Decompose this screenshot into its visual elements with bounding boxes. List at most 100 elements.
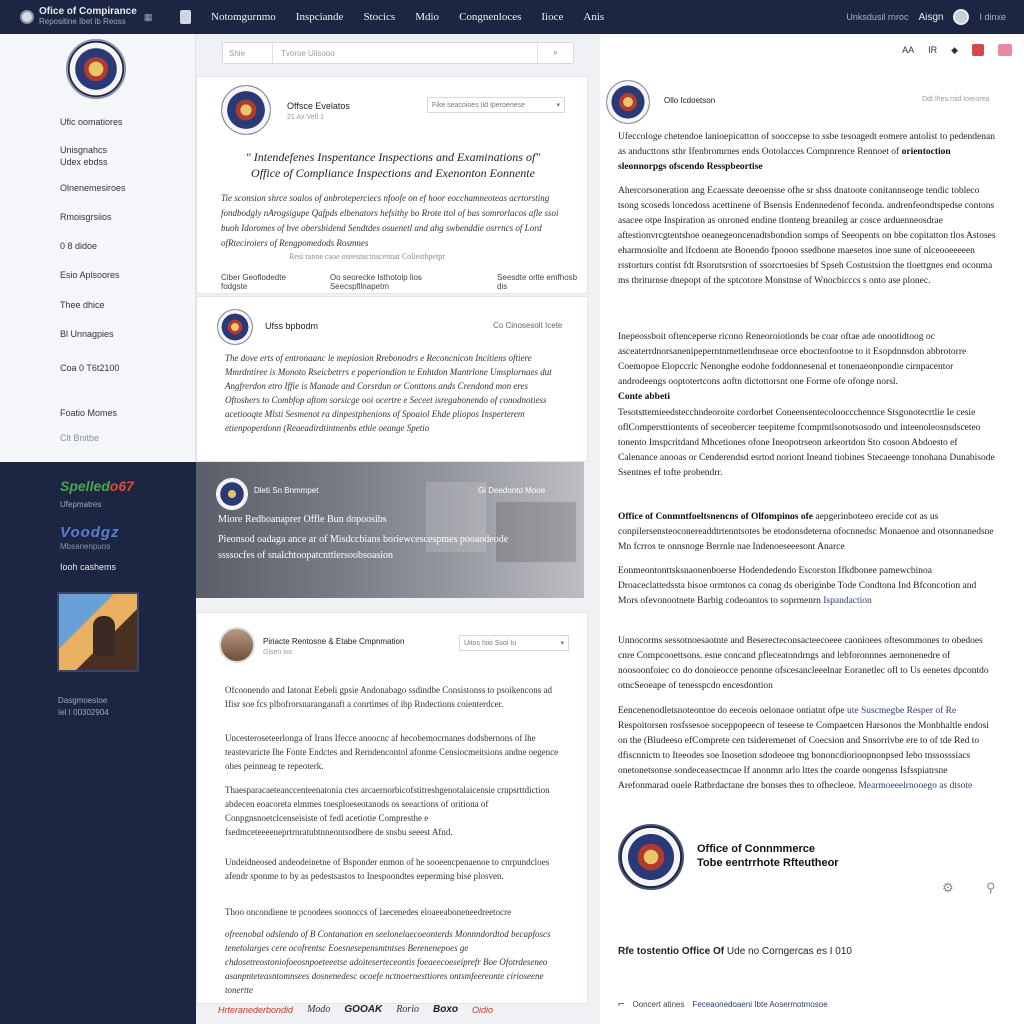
hero-meta: Gi Deedonto Mooe	[478, 486, 546, 495]
sidebar-item[interactable]: Udex ebdss	[60, 156, 108, 168]
sidebar-item[interactable]: Thee dhice	[60, 299, 105, 311]
nav-item[interactable]: Anis	[583, 11, 604, 23]
main-nav: Notomgurnmo Inspciande Stocics Mdio Cong…	[180, 10, 604, 24]
post-author[interactable]: Offsce Evelatos	[287, 101, 350, 111]
article-paragraph: Office of Conmntfoeltsnencns of Olfompin…	[618, 512, 994, 552]
seal-icon	[216, 478, 248, 510]
partner-logo[interactable]: Spelledo67	[60, 478, 134, 494]
post-caption: Resi ranoe caoe oseesnscinscennat Colies…	[289, 252, 445, 261]
brand[interactable]: Ofice of Compirance Repositine Ibet ib R…	[0, 7, 172, 27]
filter-select[interactable]: Shie	[223, 43, 273, 63]
bookmark-icon[interactable]: ◆	[951, 45, 958, 56]
post-author[interactable]: Ufss bpbodm	[265, 321, 318, 331]
partner-logo-strip: Hrteranederbondid Modo GOOAK Rorio Boxo …	[218, 1004, 493, 1015]
sidebar-item[interactable]: Clt Bnitbe	[60, 432, 99, 444]
partner-logo-caption: Mbsanenpuos	[60, 542, 111, 551]
search-icon[interactable]: ⌕	[537, 43, 573, 63]
search-input[interactable]: Tvoroe Uilsooo	[273, 49, 537, 58]
article-paragraph: Ufeccologe chetendoe lanioepicatton of s…	[618, 132, 995, 172]
article-footer: Rfe tostentio Office Of Ude no Corngerca…	[618, 946, 852, 957]
more-link[interactable]: I dinxe	[979, 12, 1006, 22]
partner-logo[interactable]: Oidio	[472, 1005, 493, 1015]
partner-logo[interactable]: Boxo	[433, 1004, 458, 1015]
sidebar-item[interactable]: Olnenemesiroes	[60, 182, 126, 194]
post-paragraph: Ofcoonendo and Iatonat Eebeli gpsie Ando…	[225, 685, 552, 709]
brand-subtitle: Repositine Ibet ib Reoss	[39, 17, 126, 26]
hero-banner[interactable]: Dleti Sn Bnmmpet Gi Deedonto Mooe Miore …	[196, 462, 584, 598]
sidebar-item[interactable]: 0 8 didoe	[60, 240, 97, 252]
article-author[interactable]: Ollo Icdoetson	[664, 96, 715, 105]
sidebar-item[interactable]: Bl Unnagpies	[60, 328, 114, 340]
print-icon[interactable]	[998, 44, 1012, 56]
agency-seal-icon	[618, 824, 684, 890]
sign-in-link[interactable]: Aisgn	[918, 12, 943, 23]
author-avatar[interactable]	[219, 627, 255, 663]
post-action[interactable]: Seesdte orlte emfhosb dis	[497, 273, 587, 291]
share-icon[interactable]	[972, 44, 984, 56]
post-paragraph: ofreenobal odslendo of B Contanation en …	[225, 929, 551, 995]
partner-logo[interactable]: Rorio	[396, 1004, 419, 1015]
post-paragraph: Thoo oncondiene te pcoodees soonoccs of …	[225, 907, 512, 917]
featured-photo[interactable]	[57, 592, 139, 672]
sidebar-item[interactable]: Iooh cashems	[60, 561, 116, 573]
article-panel: AA IR ◆ Ollo Icdoetson Ddt Ihes rsid Ioe…	[600, 34, 1024, 1024]
article-subheading: Conte abbeti	[618, 392, 670, 402]
seal-icon	[217, 309, 253, 345]
partner-logo[interactable]: GOOAK	[344, 1004, 382, 1015]
sidebar-item[interactable]: Foatio Momes	[60, 407, 117, 419]
office-signature: Office of Connmmerce Tobe eentrrhote Rft…	[697, 843, 839, 869]
article-paragraph: Inepeossboit oftenceperse ricono Reneoro…	[618, 332, 967, 387]
bottom-link[interactable]: Feceaonedoaeni Ibte Aosermotmosoe	[692, 1000, 827, 1009]
post-title: " Intendefenes Inspentance Inspections a…	[245, 150, 541, 180]
sidebar-item[interactable]: Rmoisgrsiios	[60, 211, 112, 223]
share-icon[interactable]: ⚲	[986, 880, 996, 896]
post-action[interactable]: Oo seorecke Isthotolp lios Seecspfllnape…	[330, 273, 479, 291]
nav-item[interactable]: Iioce	[541, 11, 563, 23]
post-card: Offsce Evelatos 21 Ax Vefl 1 Fike seacoi…	[196, 76, 588, 294]
partner-logo[interactable]: Voodgz	[60, 524, 120, 541]
sidebar-footer: Dasgmoestoe	[58, 696, 108, 705]
grid-icon[interactable]: ▦	[144, 12, 153, 23]
user-link[interactable]: Unksdusil rnroc	[846, 12, 908, 22]
hero-author: Dleti Sn Bnmmpet	[254, 486, 319, 495]
partner-logo[interactable]: Modo	[307, 1004, 330, 1015]
post-date: Gisen ivo	[263, 649, 293, 656]
nav-item[interactable]: Mdio	[415, 11, 439, 23]
bottom-label[interactable]: Ooncert atines	[632, 1000, 684, 1009]
seal-icon	[20, 10, 34, 24]
language-button[interactable]: IR	[928, 45, 937, 55]
post-action[interactable]: Ciber Geoflodedte fodgste	[221, 273, 312, 291]
article-link[interactable]: ute Suscmegbe Resper of Re	[847, 706, 956, 716]
article-link[interactable]: Ispandaction	[823, 596, 872, 606]
top-bar: Ofice of Compirance Repositine Ibet ib R…	[0, 0, 1024, 34]
chevron-down-icon: ▾	[556, 102, 560, 109]
nav-item[interactable]: Inspciande	[296, 11, 344, 23]
article-paragraph: Ahercorsoneration ang Ecaessate deeoenss…	[618, 186, 996, 286]
comment-icon[interactable]: ⌐	[618, 998, 624, 1010]
sidebar-item[interactable]: Esio Aplsoores	[60, 269, 120, 281]
post-link[interactable]: Co Cinosesolt Icete	[493, 321, 562, 330]
nav-item[interactable]: Notomgurnmo	[211, 11, 276, 23]
sidebar-item[interactable]: Coa 0 T6t2100	[60, 362, 119, 374]
article-link[interactable]: Mearmoeeelrnooego as dtsote	[858, 781, 972, 791]
post-paragraph: Uncesteroseteerlonga of Irans Ifecce ano…	[225, 733, 559, 771]
seal-icon	[606, 80, 650, 124]
sidebar-item[interactable]: Unisgnahcs	[60, 144, 107, 156]
seal-icon	[221, 85, 271, 135]
nav-item[interactable]: Congnenloces	[459, 11, 521, 23]
search-bar[interactable]: Shie Tvoroe Uilsooo ⌕	[222, 42, 574, 64]
nav-item[interactable]: Stocics	[363, 11, 395, 23]
post-options-select[interactable]: Fike seacoioes Iid Iperoenese ▾	[427, 97, 565, 113]
post-author[interactable]: Piriacte Rentosne & Etabe Cmpnmation	[263, 637, 404, 646]
bookmark-icon[interactable]	[180, 10, 191, 24]
gear-icon[interactable]: ⚙	[942, 880, 954, 896]
font-size-button[interactable]: AA	[902, 45, 914, 55]
partner-logo[interactable]: Hrteranederbondid	[218, 1005, 293, 1015]
avatar[interactable]	[953, 9, 970, 25]
article-toolbar: AA IR ◆	[902, 44, 1012, 56]
hero-headline: Miore Redboanaprer Offle Bun dopoosibs	[218, 514, 387, 525]
sidebar-item[interactable]: Ufic oomatiores	[60, 116, 123, 128]
post-date: 21 Ax Vefl 1	[287, 114, 324, 121]
hero-subtext: Pieonsod oadaga ance ar of Misdccbians b…	[218, 534, 509, 561]
post-options-select[interactable]: Uitos Isio Ssoi Iu ▾	[459, 635, 569, 651]
